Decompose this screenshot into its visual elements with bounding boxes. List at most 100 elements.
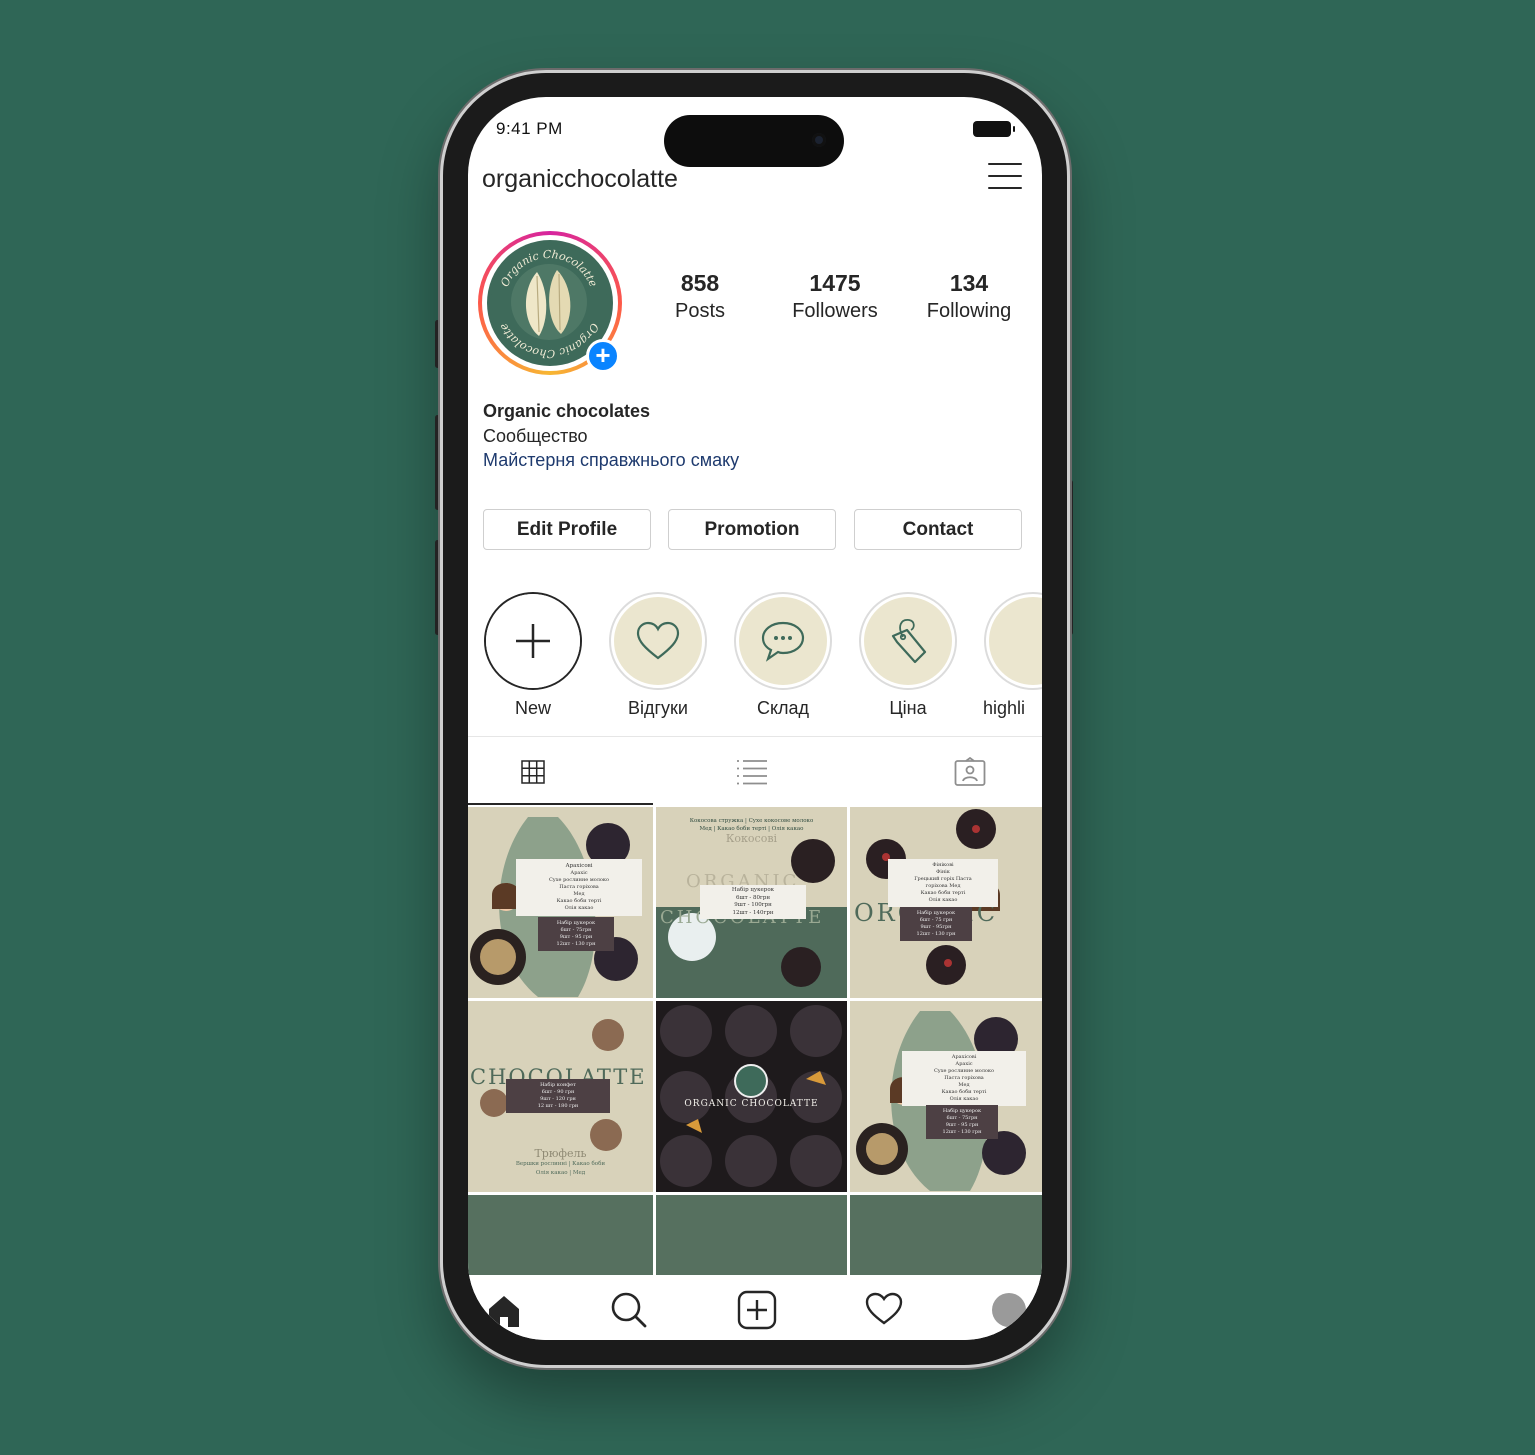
price-title: Набір цукерок [731,887,775,893]
price-card: Набір конфет 6шт - 90 грн 9шт - 120 грн … [506,1079,610,1113]
status-time: 9:41 PM [496,119,563,138]
price-line: 9шт - 95 грн [559,934,593,940]
post-tile[interactable]: Арахісові Арахіс Сухе рослинне молоко Па… [850,1001,1042,1192]
post-line: Олія какао [564,905,594,911]
tab-tagged[interactable] [940,757,1000,787]
bio-tagline[interactable]: Майстерня справжнього смаку [483,450,739,471]
following-count: 134 [949,270,989,296]
tab-list[interactable] [722,757,782,787]
stat-posts[interactable]: 858 Posts [660,270,740,323]
posts-count: 858 [680,270,720,296]
post-line: Кокосова стружка | Сухе кокосове молоко [689,818,814,824]
divider [468,736,1042,737]
price-line: 6шт - 90 грн [541,1089,575,1095]
post-heading: Арахісові [565,863,593,869]
new-post-icon[interactable] [737,1290,777,1330]
dynamic-island [664,115,844,167]
add-story-plus-icon[interactable]: + [586,339,620,373]
highlight-label: Відгуки [627,698,688,718]
post-line: Сухе рослинне молоко [548,877,610,883]
post-top-text: Кокосова стружка | Сухе кокосове молоко … [660,817,843,845]
price-line: 12шт - 130 грн [916,931,956,937]
posts-label: Posts [674,300,726,322]
camera-icon [812,133,826,147]
promotion-button[interactable]: Promotion [668,509,836,550]
post-line: Грецький горіх Паста [914,876,972,882]
list-icon [737,760,767,785]
post-line: Какао боби терті [556,898,602,904]
post-tile[interactable] [850,1195,1042,1275]
hamburger-menu-icon[interactable] [988,163,1022,189]
post-tile[interactable]: Арахісові Арахіс Сухе рослинне молоко Па… [468,807,653,998]
bio-name: Organic chocolates [483,401,651,421]
post-heading: Арахісові [951,1054,977,1060]
search-icon[interactable] [610,1291,648,1329]
post-brand: ORGANIC CHOCOLATTE [684,1099,819,1109]
price-card: Набір цукерок 6шт - 80грн 9шт - 100грн 1… [700,885,806,919]
highlight-price[interactable]: Ціна [858,592,958,719]
post-line: Олія какао | Мед [535,1170,586,1176]
post-card: Арахісові Арахіс Сухе рослинне молоко Па… [516,859,642,916]
grid-icon [521,760,545,784]
tagged-icon [954,757,986,786]
price-title: Набір цукерок [942,1108,982,1114]
price-title: Набір конфет [540,1082,576,1088]
profile-avatar-icon[interactable] [992,1293,1026,1327]
post-heading: Трюфель [534,1147,587,1160]
post-tile[interactable]: CHOCOLATTE Набір конфет 6шт - 90 грн 9шт… [468,1001,653,1192]
post-tile[interactable] [468,1195,653,1275]
price-tag-icon [891,619,927,664]
post-tile[interactable]: Кокосова стружка | Сухе кокосове молоко … [656,807,847,998]
price-line: 12шт - 130 грн [942,1129,982,1135]
chat-bubble-icon [761,621,805,662]
highlight-label: highli [983,698,1026,718]
highlight-label: Ціна [889,698,927,718]
post-line: Олія какао [928,897,958,903]
chocolate-box-photo [656,1001,847,1192]
post-heading: Фінікові [932,862,954,868]
post-card: Арахісові Арахіс Сухе рослинне молоко Па… [902,1051,1026,1106]
heart-icon [636,621,680,660]
highlight-label: New [514,698,551,718]
bio-category: Сообщество [483,426,588,446]
post-line: Мед [573,891,585,897]
stat-following[interactable]: 134 Following [916,270,1022,323]
highlight-partial[interactable]: highli [983,592,1042,719]
price-line: 6шт - 75грн [946,1115,978,1121]
price-title: Набір цукерок [916,910,956,916]
home-icon[interactable] [486,1293,522,1329]
price-line: 12 шт - 180 грн [537,1103,579,1109]
edit-profile-button[interactable]: Edit Profile [483,509,651,550]
post-heading: Кокосові [725,832,778,845]
post-line: Мед [958,1082,970,1088]
highlight-label: Склад [756,698,810,718]
price-line: 6шт - 75грн [560,927,592,933]
post-line: Паста горіхова [559,884,599,890]
post-line: Сухе рослинне молоко [933,1068,995,1074]
contact-button[interactable]: Contact [854,509,1022,550]
post-line: Арахіс [955,1061,973,1067]
post-tile[interactable]: ORGANIC Фінікові Фінік Грецький горіх Па… [850,807,1042,998]
post-line: Олія какао [949,1096,979,1102]
bottom-navigation [468,1275,1042,1340]
highlight-new[interactable]: New [483,592,583,719]
price-line: 6шт - 75 грн [919,917,953,923]
tab-grid[interactable] [503,757,563,787]
post-line: Арахіс [570,870,588,876]
followers-label: Followers [792,300,878,322]
price-line: 9шт - 100грн [734,902,772,908]
price-card: Набір цукерок 6шт - 75 грн 9шт - 95грн 1… [900,907,972,941]
post-tile[interactable] [656,1195,847,1275]
price-line: 12шт - 140грн [732,909,774,916]
profile-username[interactable]: organicchocolatte [482,165,678,194]
post-bottom-text: Трюфель Вершки рослинні | Какао боби Олі… [468,1147,653,1178]
highlight-ingredients[interactable]: Склад [733,592,833,719]
post-line: Какао боби терті [941,1089,987,1095]
highlight-reviews[interactable]: Відгуки [608,592,708,719]
activity-heart-icon[interactable] [865,1292,903,1326]
stat-followers[interactable]: 1475 Followers [780,270,890,323]
post-line: горіхова Мед [925,883,961,889]
price-title: Набір цукерок [556,920,596,926]
post-tile[interactable]: ORGANIC CHOCOLATTE [656,1001,847,1192]
price-line: 12шт - 130 грн [556,941,596,947]
